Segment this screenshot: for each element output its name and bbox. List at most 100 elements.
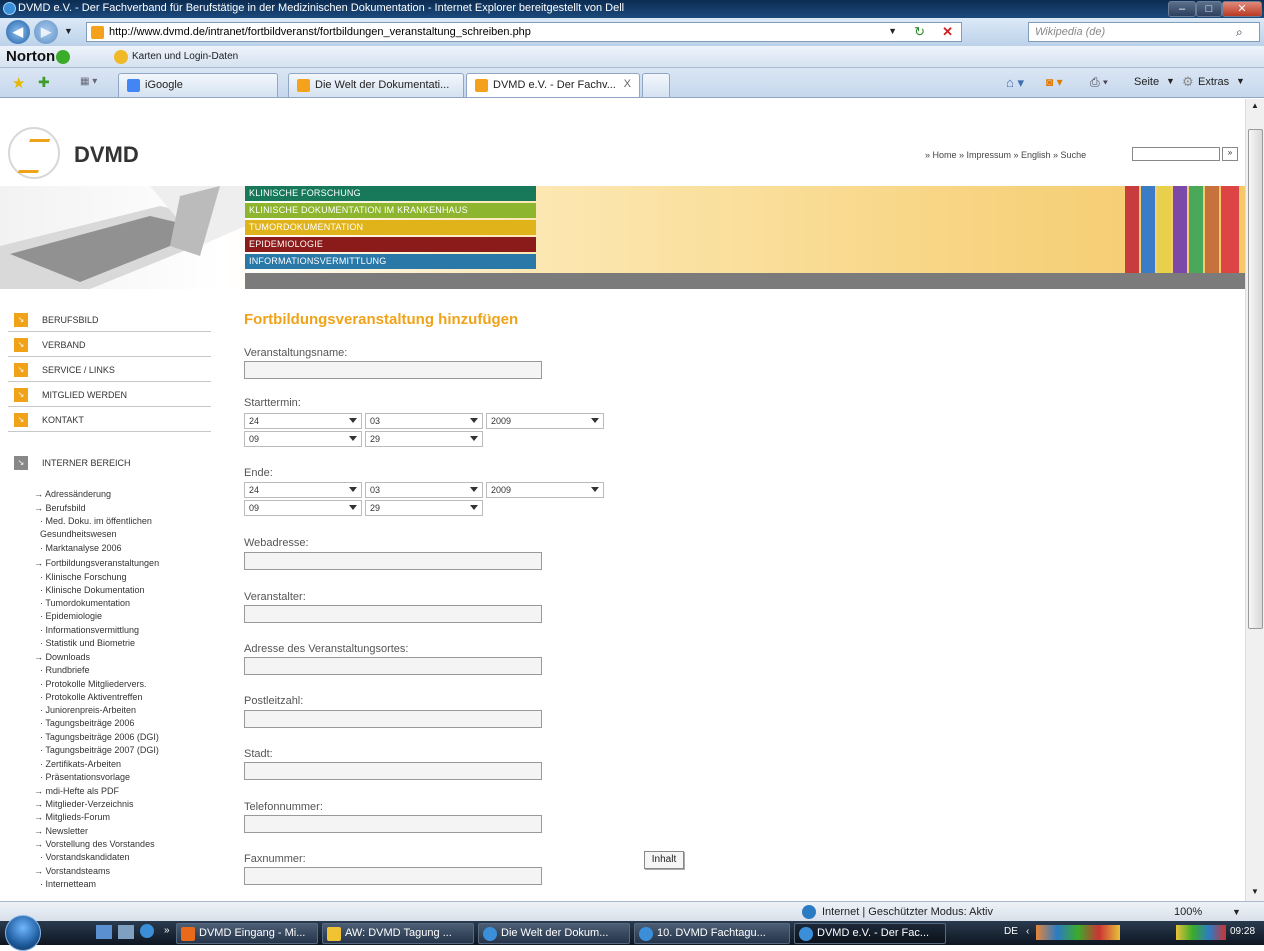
subnav-item[interactable]: · Präsentationsvorlage <box>40 772 130 782</box>
subnav-item[interactable]: → Downloads <box>34 652 90 662</box>
category-tumordokumentation[interactable]: TUMORDOKUMENTATION <box>245 220 536 235</box>
minimize-icon[interactable]: – <box>1168 1 1196 17</box>
task-dvmd-ev-active[interactable]: DVMD e.V. - Der Fac... <box>794 923 946 944</box>
dvmd-logo-icon[interactable] <box>8 127 60 179</box>
subnav-item[interactable]: · Vorstandskandidaten <box>40 852 130 862</box>
end-month-select[interactable]: 03 <box>365 482 483 498</box>
extras-menu[interactable]: Extras <box>1198 76 1229 88</box>
subnav-item[interactable]: · Klinische Forschung <box>40 572 127 582</box>
subnav-item[interactable]: → Berufsbild <box>34 503 86 513</box>
nav-berufsbild[interactable]: ↘ BERUFSBILD <box>8 307 211 332</box>
security-zone[interactable]: Internet | Geschützter Modus: Aktiv <box>822 906 993 918</box>
subnav-item[interactable]: → Mitglieds-Forum <box>34 812 110 822</box>
subnav-item[interactable]: · Marktanalyse 2006 <box>40 543 122 553</box>
end-day-select[interactable]: 24 <box>244 482 362 498</box>
subnav-item[interactable]: · Klinische Dokumentation <box>40 585 145 595</box>
category-epidemiologie[interactable]: EPIDEMIOLOGIE <box>245 237 536 252</box>
telefonnummer-input[interactable] <box>244 815 542 833</box>
end-year-select[interactable]: 2009 <box>486 482 604 498</box>
subnav-item[interactable]: · Protokolle Aktiventreffen <box>40 692 142 702</box>
start-hour-select[interactable]: 09 <box>244 431 362 447</box>
home-icon[interactable]: ⌂ ▾ <box>1006 75 1024 91</box>
start-year-select[interactable]: 2009 <box>486 413 604 429</box>
nav-service-links[interactable]: ↘ SERVICE / LINKS <box>8 357 211 382</box>
feeds-icon[interactable]: ◙ ▾ <box>1046 75 1063 89</box>
suche-button[interactable]: » <box>1222 147 1238 161</box>
norton-brand[interactable]: Norton <box>6 48 55 65</box>
subnav-item[interactable]: · Tagungsbeiträge 2006 (DGI) <box>40 732 159 742</box>
search-input[interactable]: Wikipedia (de) <box>1028 22 1260 42</box>
norton-check-icon[interactable] <box>56 50 70 64</box>
tab-welt-der-dokumentation[interactable]: Die Welt der Dokumentati... <box>288 73 464 97</box>
scroll-down-icon[interactable]: ▼ <box>1251 887 1259 896</box>
nav-mitglied-werden[interactable]: ↘ MITGLIED WERDEN <box>8 382 211 407</box>
ie-quicklaunch-icon[interactable] <box>140 924 154 938</box>
task-welt-der-dokum[interactable]: Die Welt der Dokum... <box>478 923 630 944</box>
logo-text[interactable]: DVMD <box>74 142 139 168</box>
subnav-item[interactable]: · Protokolle Mitgliedervers. <box>40 679 147 689</box>
system-tray-icons[interactable] <box>1176 925 1226 940</box>
tab-close-icon[interactable]: X <box>624 78 631 90</box>
scroll-up-icon[interactable]: ▲ <box>1251 101 1259 110</box>
subnav-item[interactable]: · Tagungsbeiträge 2007 (DGI) <box>40 745 159 755</box>
subnav-item[interactable]: → mdi-Hefte als PDF <box>34 786 119 796</box>
top-links[interactable]: » Home » Impressum » English » Suche <box>925 150 1086 160</box>
task-aw-dvmd-tagung[interactable]: AW: DVMD Tagung ... <box>322 923 474 944</box>
forward-icon[interactable]: ▶ <box>34 20 58 44</box>
add-favorite-icon[interactable]: ✚ <box>38 74 50 91</box>
search-icon[interactable]: ⌕ <box>1236 25 1243 40</box>
category-klinische-dokumentation[interactable]: KLINISCHE DOKUMENTATION IM KRANKENHAUS <box>245 203 536 218</box>
subnav-item[interactable]: → Adressänderung <box>34 489 111 499</box>
subnav-item[interactable]: · Tumordokumentation <box>40 598 130 608</box>
tab-igoogle[interactable]: iGoogle <box>118 73 278 97</box>
subnav-item[interactable]: · Tagungsbeiträge 2006 <box>40 718 134 728</box>
veranstaltungsname-input[interactable] <box>244 361 542 379</box>
webadresse-input[interactable] <box>244 552 542 570</box>
postleitzahl-input[interactable] <box>244 710 542 728</box>
vertical-scrollbar[interactable]: ▲ ▼ <box>1245 99 1264 901</box>
adresse-input[interactable] <box>244 657 542 675</box>
subnav-item[interactable]: · Med. Doku. im öffentlichen <box>40 516 152 526</box>
subnav-item[interactable]: → Fortbildungsveranstaltungen <box>34 558 159 568</box>
switch-windows-icon[interactable] <box>118 925 134 939</box>
subnav-item[interactable]: · Zertifikats-Arbeiten <box>40 759 121 769</box>
tab-dvmd-active[interactable]: DVMD e.V. - Der Fachv... X <box>466 73 640 97</box>
start-minute-select[interactable]: 29 <box>365 431 483 447</box>
faxnummer-input[interactable] <box>244 867 542 885</box>
scrollbar-thumb[interactable] <box>1248 129 1263 629</box>
suche-input[interactable] <box>1132 147 1220 161</box>
end-hour-select[interactable]: 09 <box>244 500 362 516</box>
subnav-item[interactable]: · Internetteam <box>40 879 96 889</box>
subnav-item[interactable]: · Rundbriefe <box>40 665 90 675</box>
start-month-select[interactable]: 03 <box>365 413 483 429</box>
start-day-select[interactable]: 24 <box>244 413 362 429</box>
subnav-item[interactable]: → Vorstandsteams <box>34 866 110 876</box>
nav-kontakt[interactable]: ↘ KONTAKT <box>8 407 211 432</box>
new-tab-button[interactable] <box>642 73 670 97</box>
address-input[interactable]: http://www.dvmd.de/intranet/fortbildvera… <box>86 22 962 42</box>
start-button[interactable] <box>5 915 41 951</box>
subnav-item[interactable]: → Vorstellung des Vorstandes <box>34 839 155 849</box>
inhalt-button[interactable]: Inhalt <box>644 851 684 869</box>
history-dropdown-icon[interactable]: ▼ <box>64 26 73 36</box>
show-desktop-icon[interactable] <box>96 925 112 939</box>
subnav-item[interactable]: → Mitglieder-Verzeichnis <box>34 799 134 809</box>
tray-expand-icon[interactable]: ‹ <box>1026 926 1029 937</box>
subnav-item[interactable]: · Informationsvermittlung <box>40 625 139 635</box>
end-minute-select[interactable]: 29 <box>365 500 483 516</box>
stadt-input[interactable] <box>244 762 542 780</box>
zoom-chevron-down-icon[interactable]: ▼ <box>1232 907 1241 917</box>
karten-login-button[interactable]: Karten und Login-Daten <box>132 51 238 62</box>
subnav-item[interactable]: Gesundheitswesen <box>40 529 117 539</box>
category-klinische-forschung[interactable]: KLINISCHE FORSCHUNG <box>245 186 536 201</box>
maximize-icon[interactable]: □ <box>1196 1 1222 17</box>
nav-interner-bereich[interactable]: ↘ INTERNER BEREICH <box>8 450 211 475</box>
category-informationsvermittlung[interactable]: INFORMATIONSVERMITTLUNG <box>245 254 536 269</box>
stop-icon[interactable]: ✕ <box>942 24 953 40</box>
quicklaunch-more-icon[interactable]: » <box>164 925 170 936</box>
address-dropdown-icon[interactable]: ▼ <box>888 26 897 36</box>
language-indicator[interactable]: DE <box>1004 926 1018 937</box>
refresh-icon[interactable]: ↻ <box>914 24 925 40</box>
zoom-level[interactable]: 100% <box>1174 906 1202 918</box>
nav-verband[interactable]: ↘ VERBAND <box>8 332 211 357</box>
